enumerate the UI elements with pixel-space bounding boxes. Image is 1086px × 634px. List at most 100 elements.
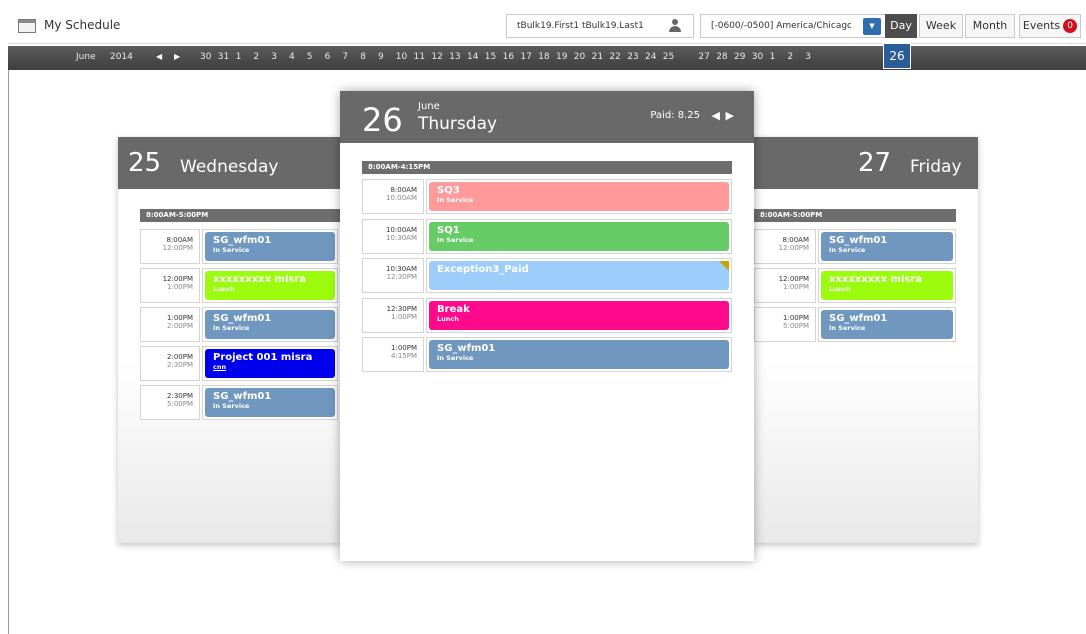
event-block[interactable]: Project 001 misra cnn bbox=[205, 349, 335, 378]
date-strip-day[interactable]: 1 bbox=[236, 52, 242, 62]
app-title: My Schedule bbox=[44, 18, 121, 32]
top-bar: My Schedule tBulk19.First1 tBulk19.Last1… bbox=[8, 8, 1086, 44]
event-time: 8:00AM 10:00AM bbox=[362, 179, 424, 214]
event-item[interactable]: SG_wfm01 In Service bbox=[818, 229, 956, 264]
date-strip-day[interactable]: 7 bbox=[342, 52, 348, 62]
date-strip-day[interactable]: 22 bbox=[609, 52, 620, 62]
event-item[interactable]: xxxxxxxxx misra Lunch bbox=[202, 268, 338, 303]
date-strip-day[interactable]: 14 bbox=[467, 52, 478, 62]
day-card-next-header: 27 Friday bbox=[754, 137, 978, 189]
event-block[interactable]: Break Lunch bbox=[429, 300, 729, 330]
date-strip-day[interactable]: 19 bbox=[556, 52, 567, 62]
event-block[interactable]: xxxxxxxxx misra Lunch bbox=[205, 271, 335, 300]
date-strip-day[interactable]: 31 bbox=[218, 52, 229, 62]
frame-line bbox=[8, 70, 9, 634]
date-strip-day[interactable]: 29 bbox=[734, 52, 745, 62]
date-strip-day[interactable]: 18 bbox=[538, 52, 549, 62]
date-strip-day[interactable]: 2 bbox=[253, 52, 259, 62]
date-strip-day[interactable]: 28 bbox=[716, 52, 727, 62]
calendar-icon bbox=[18, 19, 36, 33]
event-time: 1:00PM 2:00PM bbox=[140, 307, 200, 342]
date-strip-day[interactable]: 27 bbox=[698, 52, 709, 62]
date-strip-day[interactable]: 6 bbox=[325, 52, 331, 62]
timezone-select[interactable]: [-0600/-0500] America/Chicago ▼ bbox=[700, 14, 886, 38]
prev-date-arrow-icon[interactable]: ◀ bbox=[156, 52, 162, 61]
day-card-next[interactable]: 27 Friday 8:00AM-5:00PM 8:00AM 12:00PM SG_… bbox=[754, 137, 978, 543]
event-name: SG_wfm01 bbox=[829, 313, 888, 324]
event-item[interactable]: Exception3_Paid bbox=[426, 258, 732, 293]
event-item[interactable]: SG_wfm01 In Service bbox=[426, 337, 732, 372]
event-start: 8:00AM bbox=[166, 236, 193, 244]
event-start: 12:30PM bbox=[386, 304, 417, 313]
chevron-down-icon[interactable]: ▼ bbox=[863, 18, 881, 35]
event-time: 8:00AM 12:00PM bbox=[754, 229, 816, 264]
view-month-button[interactable]: Month bbox=[965, 14, 1015, 38]
event-item[interactable]: Project 001 misra cnn bbox=[202, 346, 338, 381]
event-block[interactable]: SQ3 In Service bbox=[429, 182, 729, 211]
event-item[interactable]: SQ1 In Service bbox=[426, 218, 732, 254]
shift-bar: 8:00AM-5:00PM bbox=[754, 209, 956, 222]
event-block[interactable]: SG_wfm01 In Service bbox=[821, 310, 953, 339]
event-time: 2:30PM 5:00PM bbox=[140, 385, 200, 420]
date-strip-day[interactable]: 12 bbox=[431, 52, 442, 62]
date-strip-day[interactable]: 3 bbox=[805, 52, 811, 62]
date-strip-day[interactable]: 21 bbox=[592, 52, 603, 62]
date-strip-day[interactable]: 30 bbox=[752, 52, 763, 62]
date-strip-day[interactable]: 25 bbox=[663, 52, 674, 62]
user-name: tBulk19.First1 tBulk19.Last1 bbox=[517, 21, 644, 31]
event-start: 8:00AM bbox=[390, 186, 417, 194]
view-week-button[interactable]: Week bbox=[919, 14, 963, 38]
date-strip-day[interactable]: 13 bbox=[449, 52, 460, 62]
event-item[interactable]: xxxxxxxxx misra Lunch bbox=[818, 268, 956, 303]
user-selector[interactable]: tBulk19.First1 tBulk19.Last1 bbox=[506, 14, 694, 38]
paid-hours: Paid: 8.25 bbox=[650, 110, 700, 121]
date-strip-day[interactable]: 5 bbox=[307, 52, 313, 62]
event-item[interactable]: Break Lunch bbox=[426, 297, 732, 333]
event-type: Lunch bbox=[213, 285, 235, 293]
date-strip-day[interactable]: 3 bbox=[271, 52, 277, 62]
event-block[interactable]: SG_wfm01 In Service bbox=[429, 340, 729, 369]
date-strip-day[interactable]: 20 bbox=[574, 52, 585, 62]
date-strip-day[interactable]: 9 bbox=[378, 52, 384, 62]
date-strip-day[interactable]: 8 bbox=[360, 52, 366, 62]
date-strip-day[interactable]: 4 bbox=[289, 52, 295, 62]
date-strip-day[interactable]: 17 bbox=[520, 52, 531, 62]
prev-day-arrow-icon[interactable]: ◀ bbox=[712, 109, 720, 122]
event-block[interactable]: SG_wfm01 In Service bbox=[205, 232, 335, 261]
day-name: Wednesday bbox=[180, 157, 279, 177]
event-block[interactable]: xxxxxxxxx misra Lunch bbox=[821, 271, 953, 300]
view-day-button[interactable]: Day bbox=[885, 14, 917, 38]
date-strip: June 2014 ◀ ▶ 30 31 1 2 3 4 5 6 7 8 9 10 11 12 13 14 15 1… bbox=[8, 46, 1086, 70]
events-count-badge: 0 bbox=[1063, 19, 1078, 33]
next-date-arrow-icon[interactable]: ▶ bbox=[174, 52, 180, 61]
date-strip-day[interactable]: 10 bbox=[396, 52, 407, 62]
event-block[interactable]: Exception3_Paid bbox=[429, 261, 729, 290]
event-item[interactable]: SG_wfm01 In Service bbox=[202, 307, 338, 342]
event-item[interactable]: SG_wfm01 In Service bbox=[202, 385, 338, 420]
day-card-prev[interactable]: 25 Wednesday 8:00AM-5:00PM 8:00AM 12:00PM… bbox=[118, 137, 340, 543]
date-strip-day[interactable]: 23 bbox=[627, 52, 638, 62]
date-strip-day[interactable]: 24 bbox=[645, 52, 656, 62]
event-item[interactable]: SG_wfm01 In Service bbox=[818, 307, 956, 342]
date-strip-day[interactable]: 30 bbox=[200, 52, 211, 62]
events-button[interactable]: Events 0 bbox=[1019, 14, 1081, 38]
event-block[interactable]: SG_wfm01 In Service bbox=[205, 388, 335, 417]
date-strip-day[interactable]: 15 bbox=[485, 52, 496, 62]
user-icon[interactable] bbox=[669, 19, 681, 33]
event-block[interactable]: SG_wfm01 In Service bbox=[205, 310, 335, 339]
date-strip-day[interactable]: 11 bbox=[414, 52, 425, 62]
date-strip-day[interactable]: 2 bbox=[787, 52, 793, 62]
event-name: xxxxxxxxx misra bbox=[213, 274, 307, 285]
date-current[interactable]: 26 bbox=[884, 44, 910, 68]
event-item[interactable]: SQ3 In Service bbox=[426, 179, 732, 214]
event-type: cnn bbox=[213, 363, 227, 371]
shift-bar: 8:00AM-5:00PM bbox=[140, 209, 340, 222]
event-block[interactable]: SG_wfm01 In Service bbox=[821, 232, 953, 261]
event-time: 10:00AM 10:30AM bbox=[362, 218, 424, 254]
event-block[interactable]: SQ1 In Service bbox=[429, 221, 729, 251]
event-time: 2:00PM 2:30PM bbox=[140, 346, 200, 381]
date-strip-day[interactable]: 1 bbox=[770, 52, 776, 62]
date-strip-day[interactable]: 16 bbox=[503, 52, 514, 62]
event-item[interactable]: SG_wfm01 In Service bbox=[202, 229, 338, 264]
next-day-arrow-icon[interactable]: ▶ bbox=[726, 109, 734, 122]
